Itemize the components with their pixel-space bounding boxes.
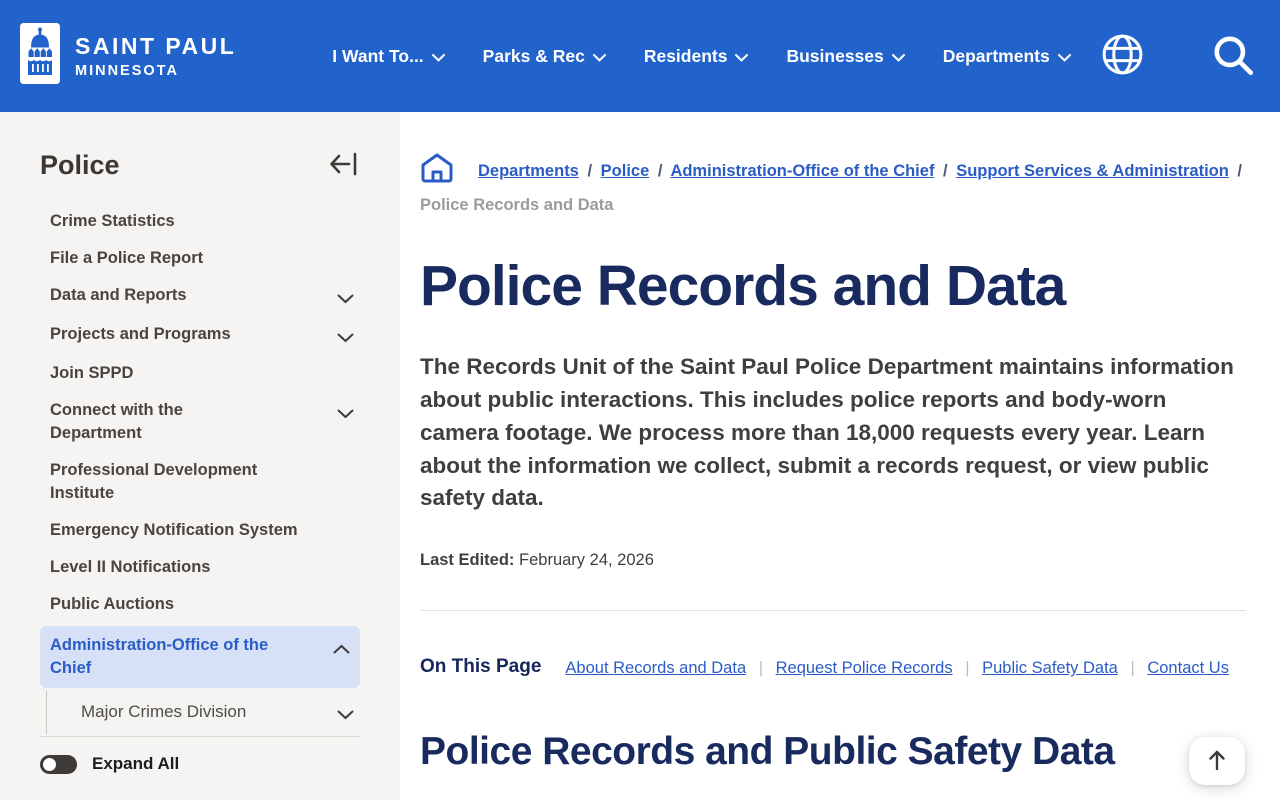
sidebar: Police Crime Statistics File a Police Re…	[0, 112, 400, 800]
on-this-page-link-public-safety-data[interactable]: Public Safety Data	[982, 659, 1118, 677]
chevron-down-icon	[337, 291, 354, 309]
on-this-page-link-request-police-records[interactable]: Request Police Records	[776, 659, 953, 677]
sidebar-item-professional-development-institute[interactable]: Professional Development Institute	[40, 452, 360, 512]
sidebar-item-public-auctions[interactable]: Public Auctions	[40, 586, 360, 623]
sidebar-collapse-button[interactable]	[326, 148, 360, 183]
on-this-page-link-about-records-and-data[interactable]: About Records and Data	[565, 659, 746, 677]
arrow-up-icon	[1207, 749, 1227, 774]
on-this-page-divider: |	[1130, 659, 1135, 678]
chevron-down-icon	[337, 406, 354, 424]
breadcrumb-link-support-services-administration[interactable]: Support Services & Administration	[956, 162, 1229, 180]
breadcrumb: Departments / Police / Administration-Of…	[420, 152, 1246, 219]
last-edited-date: February 24, 2026	[519, 551, 654, 570]
on-this-page: On This Page About Records and Data | Re…	[420, 653, 1246, 684]
on-this-page-divider: |	[965, 659, 970, 678]
sidebar-nav: Crime Statistics File a Police Report Da…	[40, 203, 360, 734]
sidebar-item-projects-and-programs[interactable]: Projects and Programs	[40, 316, 360, 355]
nav-departments[interactable]: Departments	[943, 46, 1071, 67]
sidebar-item-administration-office-of-the-chief[interactable]: Administration-Office of the Chief	[40, 626, 360, 688]
main-content: Departments / Police / Administration-Of…	[400, 112, 1280, 800]
expand-all-toggle[interactable]: Expand All	[40, 737, 360, 791]
site-header: SAINT PAUL MINNESOTA I Want To... Parks …	[0, 0, 1280, 112]
toggle-knob	[43, 757, 56, 771]
city-logo[interactable]: SAINT PAUL MINNESOTA	[20, 23, 236, 89]
home-icon[interactable]	[420, 152, 454, 192]
sidebar-item-join-sppd[interactable]: Join SPPD	[40, 355, 360, 392]
language-globe-button[interactable]	[1099, 31, 1146, 81]
nav-label: Departments	[942, 45, 1050, 66]
chevron-down-icon	[891, 46, 905, 67]
last-edited-label: Last Edited:	[420, 551, 515, 570]
sidebar-item-major-crimes-division[interactable]: Major Crimes Division	[46, 691, 360, 734]
nav-parks-and-rec[interactable]: Parks & Rec	[483, 46, 606, 67]
nav-label: Businesses	[786, 45, 884, 66]
last-edited: Last Edited: February 24, 2026	[420, 551, 1246, 570]
nav-label: I Want To...	[332, 45, 424, 66]
search-button[interactable]	[1210, 32, 1256, 81]
sidebar-item-level-ii-notifications[interactable]: Level II Notifications	[40, 549, 360, 586]
page-title: Police Records and Data	[420, 254, 1066, 318]
breadcrumb-link-departments[interactable]: Departments	[478, 162, 579, 180]
search-icon	[1210, 32, 1256, 81]
nav-businesses[interactable]: Businesses	[786, 45, 905, 67]
collapse-arrow-icon	[328, 152, 358, 181]
globe-icon	[1099, 31, 1146, 81]
sidebar-item-connect-with-the-department[interactable]: Connect with the Department	[40, 392, 360, 452]
capitol-icon	[20, 23, 60, 89]
nav-label: Parks & Rec	[482, 45, 585, 66]
on-this-page-link-contact-us[interactable]: Contact Us	[1147, 659, 1229, 677]
nav-residents[interactable]: Residents	[644, 46, 749, 67]
breadcrumb-separator: /	[1237, 162, 1243, 180]
breadcrumb-link-police[interactable]: Police	[601, 162, 650, 180]
sidebar-item-emergency-notification-system[interactable]: Emergency Notification System	[40, 512, 360, 549]
primary-nav: I Want To... Parks & Rec Residents Busin…	[332, 45, 1071, 67]
breadcrumb-current: Police Records and Data	[420, 196, 614, 214]
sidebar-item-file-a-police-report[interactable]: File a Police Report	[40, 240, 360, 277]
chevron-down-icon	[337, 330, 354, 348]
breadcrumb-link-administration-office-of-the-chief[interactable]: Administration-Office of the Chief	[670, 162, 934, 180]
breadcrumb-separator: /	[657, 162, 663, 180]
on-this-page-divider: |	[758, 659, 764, 678]
toggle-switch[interactable]	[40, 754, 77, 774]
breadcrumb-separator: /	[587, 162, 593, 180]
sidebar-title: Police	[40, 150, 120, 180]
chevron-up-icon	[333, 641, 350, 659]
logo-text-state: MINNESOTA	[75, 63, 179, 79]
content-divider	[420, 610, 1246, 612]
chevron-down-icon	[431, 46, 445, 67]
chevron-down-icon	[592, 46, 606, 67]
sidebar-item-data-and-reports[interactable]: Data and Reports	[40, 277, 360, 316]
logo-text-city: SAINT PAUL	[75, 33, 237, 59]
on-this-page-label: On This Page	[420, 656, 542, 678]
expand-all-label: Expand All	[92, 754, 180, 773]
intro-paragraph: The Records Unit of the Saint Paul Polic…	[420, 354, 1234, 511]
nav-i-want-to[interactable]: I Want To...	[332, 45, 445, 67]
chevron-down-icon	[735, 46, 749, 67]
chevron-down-icon	[1057, 46, 1071, 67]
nav-label: Residents	[643, 45, 728, 66]
sidebar-item-crime-statistics[interactable]: Crime Statistics	[40, 203, 360, 240]
breadcrumb-separator: /	[943, 162, 948, 180]
scroll-to-top-button[interactable]	[1189, 737, 1245, 785]
section-title: Police Records and Public Safety Data	[420, 730, 1115, 774]
chevron-down-icon	[337, 707, 354, 725]
